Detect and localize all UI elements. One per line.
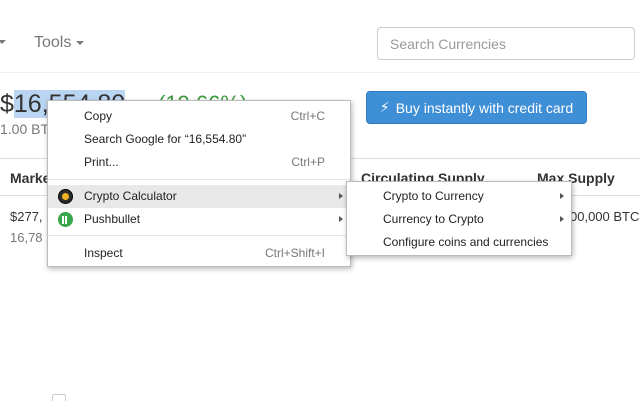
menu-item-crypto-calculator[interactable]: Crypto Calculator bbox=[48, 185, 350, 208]
buy-button-label: Buy instantly with credit card bbox=[395, 99, 574, 116]
submenu-arrow-icon bbox=[560, 193, 564, 199]
market-cap-value: $277, bbox=[10, 209, 43, 224]
submenu-arrow-icon bbox=[339, 216, 343, 222]
menu-item-label: Crypto to Currency bbox=[383, 189, 484, 203]
menu-separator bbox=[48, 179, 350, 180]
menu-item-pushbullet[interactable]: Pushbullet bbox=[48, 208, 350, 231]
menu-item-shortcut: Ctrl+P bbox=[291, 155, 325, 169]
navbar: Tools bbox=[0, 0, 640, 88]
caret-down-icon bbox=[76, 40, 85, 45]
buy-with-credit-card-button[interactable]: ⚡︎ Buy instantly with credit card bbox=[366, 91, 587, 124]
currency-symbol: $ bbox=[0, 90, 14, 118]
submenu-item-configure-coins[interactable]: Configure coins and currencies bbox=[347, 231, 571, 254]
menu-item-label: Copy bbox=[84, 109, 113, 123]
menu-item-label: Search Google for “16,554.80” bbox=[84, 132, 247, 146]
crypto-calculator-icon bbox=[58, 189, 73, 204]
submenu-arrow-icon bbox=[560, 216, 564, 222]
market-cap-sub: 16,78 bbox=[10, 230, 43, 245]
context-menu: Copy Ctrl+C Search Google for “16,554.80… bbox=[47, 100, 351, 267]
btc-price: 1.00 BT bbox=[0, 121, 50, 137]
menu-item-copy[interactable]: Copy Ctrl+C bbox=[48, 105, 350, 128]
caret-down-icon[interactable] bbox=[0, 40, 6, 44]
menu-item-label: Configure coins and currencies bbox=[383, 235, 549, 249]
crypto-calculator-submenu: Crypto to Currency Currency to Crypto Co… bbox=[346, 181, 572, 256]
max-supply-value: 00,000 BTC bbox=[570, 209, 640, 224]
menu-separator bbox=[48, 235, 350, 236]
menu-item-label: Crypto Calculator bbox=[84, 189, 177, 203]
table-header-market-cap[interactable]: Marke bbox=[10, 170, 50, 186]
menu-item-label: Print... bbox=[84, 155, 119, 169]
menu-item-shortcut: Ctrl+C bbox=[290, 109, 325, 123]
divider bbox=[0, 72, 640, 73]
menu-item-inspect[interactable]: Inspect Ctrl+Shift+I bbox=[48, 242, 350, 265]
lightning-bolt-icon: ⚡︎ bbox=[379, 99, 390, 115]
tools-dropdown[interactable]: Tools bbox=[34, 34, 85, 52]
menu-item-print[interactable]: Print... Ctrl+P bbox=[48, 151, 350, 174]
submenu-item-crypto-to-currency[interactable]: Crypto to Currency bbox=[347, 185, 571, 208]
menu-item-label: Pushbullet bbox=[84, 212, 141, 226]
menu-item-shortcut: Ctrl+Shift+I bbox=[264, 246, 325, 260]
menu-item-search-google[interactable]: Search Google for “16,554.80” bbox=[48, 128, 350, 151]
menu-item-label: Currency to Crypto bbox=[383, 212, 484, 226]
search-input[interactable] bbox=[377, 27, 635, 60]
submenu-arrow-icon bbox=[339, 193, 343, 199]
submenu-item-currency-to-crypto[interactable]: Currency to Crypto bbox=[347, 208, 571, 231]
pushbullet-icon bbox=[58, 212, 73, 227]
tools-label: Tools bbox=[34, 34, 72, 51]
menu-item-label: Inspect bbox=[84, 246, 123, 260]
